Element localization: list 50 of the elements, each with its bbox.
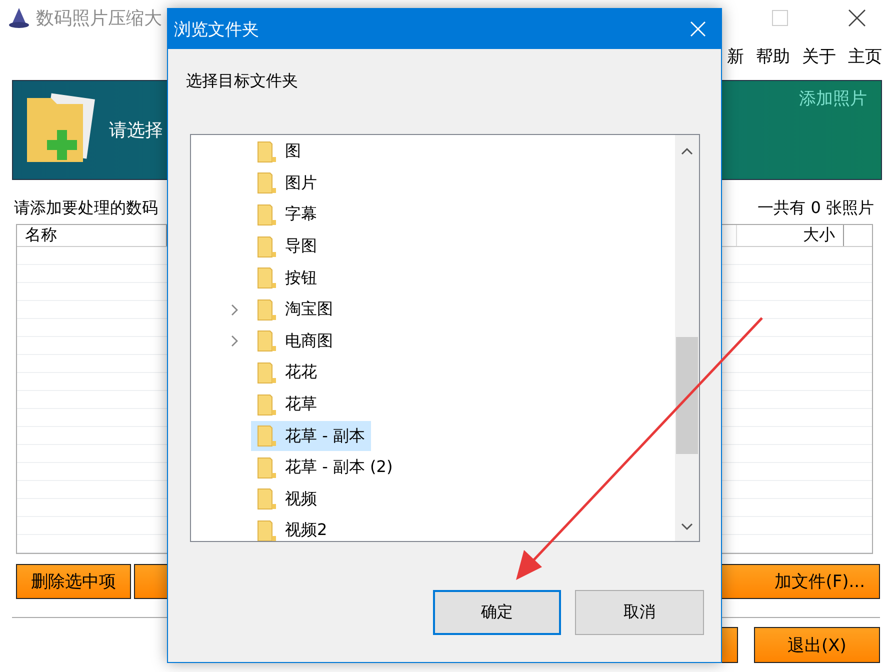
folder-icon (257, 172, 277, 194)
scroll-down-icon[interactable] (681, 523, 693, 531)
folder-item[interactable]: 图 (251, 136, 307, 167)
menu-item[interactable]: 主页 (848, 44, 882, 68)
folder-item[interactable]: 图片 (251, 168, 323, 198)
column-header: 大小 (736, 225, 844, 246)
folder-icon (257, 330, 277, 352)
ok-button[interactable]: 确定 (433, 590, 561, 635)
delete-selected-button[interactable]: 删除选中项 (16, 564, 131, 599)
folder-icon (257, 267, 277, 290)
scrollbar[interactable] (675, 135, 699, 541)
photo-count: 一共有 0 张照片 (758, 198, 874, 218)
folder-item[interactable]: 花草 - 副本 (2) (251, 452, 399, 483)
banner-prompt: 请选择 (109, 119, 163, 142)
menu-item[interactable]: 关于 (802, 44, 836, 68)
folder-item[interactable]: 花草 - 副本 (251, 421, 371, 452)
cancel-button[interactable]: 取消 (575, 590, 704, 635)
add-photos-link[interactable]: 添加照片 (799, 87, 867, 110)
close-icon (690, 21, 706, 37)
menu-item[interactable]: 帮助 (756, 44, 790, 68)
folder-icon (257, 140, 277, 163)
window-title: 数码照片压缩大 (36, 7, 162, 30)
folder-item[interactable]: 按钮 (251, 263, 323, 294)
folder-icon (257, 456, 277, 479)
folder-item[interactable]: 导图 (251, 232, 323, 262)
chevron-icon[interactable] (231, 304, 239, 316)
wizard-hat-icon (8, 7, 30, 29)
folder-icon (257, 488, 277, 510)
scroll-up-icon[interactable] (681, 147, 693, 155)
folder-item[interactable]: 花草 (251, 390, 323, 420)
dialog-title: 浏览文件夹 (174, 18, 259, 40)
close-icon[interactable] (848, 9, 866, 27)
hint-text: 请添加要处理的数码 (14, 198, 158, 218)
folder-item[interactable]: 花花 (251, 358, 323, 388)
folder-icon (257, 394, 277, 416)
dialog-prompt: 选择目标文件夹 (186, 71, 298, 92)
folder-icon (257, 425, 277, 448)
menu-item[interactable]: 新 (727, 44, 744, 68)
folder-icon (257, 204, 277, 226)
folder-item[interactable]: 电商图 (251, 326, 339, 356)
folder-item[interactable]: 字幕 (251, 200, 323, 230)
folder-item[interactable]: 视频2 (251, 516, 334, 541)
folder-icon (257, 298, 277, 321)
chevron-icon[interactable] (231, 335, 239, 348)
folder-item[interactable]: 视频 (251, 484, 323, 514)
folder-item[interactable]: 淘宝图 (251, 294, 339, 325)
folder-icon (257, 362, 277, 384)
folder-icon (257, 236, 277, 258)
exit-button[interactable]: 退出(X) (754, 627, 880, 663)
folder-icon (257, 520, 277, 541)
